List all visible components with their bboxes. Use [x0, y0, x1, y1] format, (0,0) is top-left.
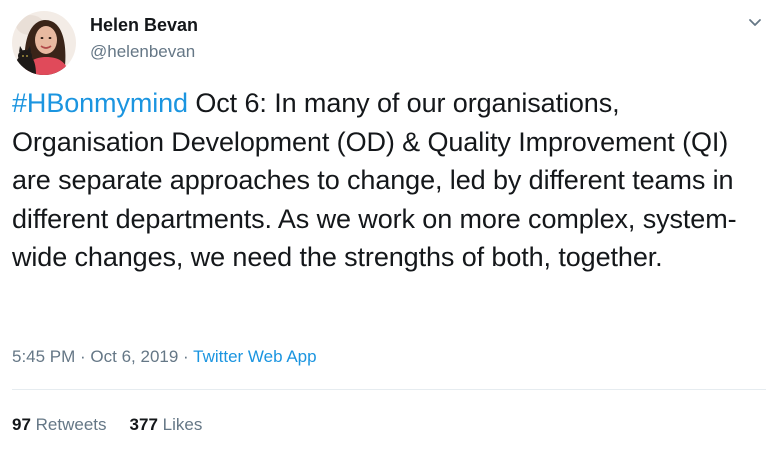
avatar-photo-icon: [12, 11, 76, 75]
meta-separator: ·: [178, 347, 194, 366]
divider: [12, 389, 766, 390]
chevron-down-icon[interactable]: [744, 11, 766, 33]
tweet-date[interactable]: Oct 6, 2019: [90, 347, 178, 366]
meta-separator: ·: [75, 347, 91, 366]
likes-stat[interactable]: 377 Likes: [130, 414, 203, 436]
avatar[interactable]: [12, 11, 76, 75]
hashtag-link[interactable]: #HBonmymind: [12, 88, 188, 118]
retweets-count: 97: [12, 415, 31, 434]
tweet-stats: 97 Retweets 377 Likes: [12, 414, 202, 436]
tweet-text: #HBonmymind Oct 6: In many of our organi…: [12, 84, 762, 277]
user-handle[interactable]: @helenbevan: [90, 41, 195, 63]
tweet-card: Helen Bevan @helenbevan #HBonmymind Oct …: [0, 0, 778, 454]
tweet-metadata: 5:45 PM · Oct 6, 2019 · Twitter Web App: [12, 346, 317, 368]
retweets-label: Retweets: [35, 415, 107, 434]
likes-count: 377: [129, 415, 158, 434]
retweets-stat[interactable]: 97 Retweets: [12, 414, 107, 436]
display-name[interactable]: Helen Bevan: [90, 14, 198, 36]
tweet-time[interactable]: 5:45 PM: [12, 347, 75, 366]
tweet-source-link[interactable]: Twitter Web App: [193, 347, 316, 366]
likes-label: Likes: [162, 415, 203, 434]
